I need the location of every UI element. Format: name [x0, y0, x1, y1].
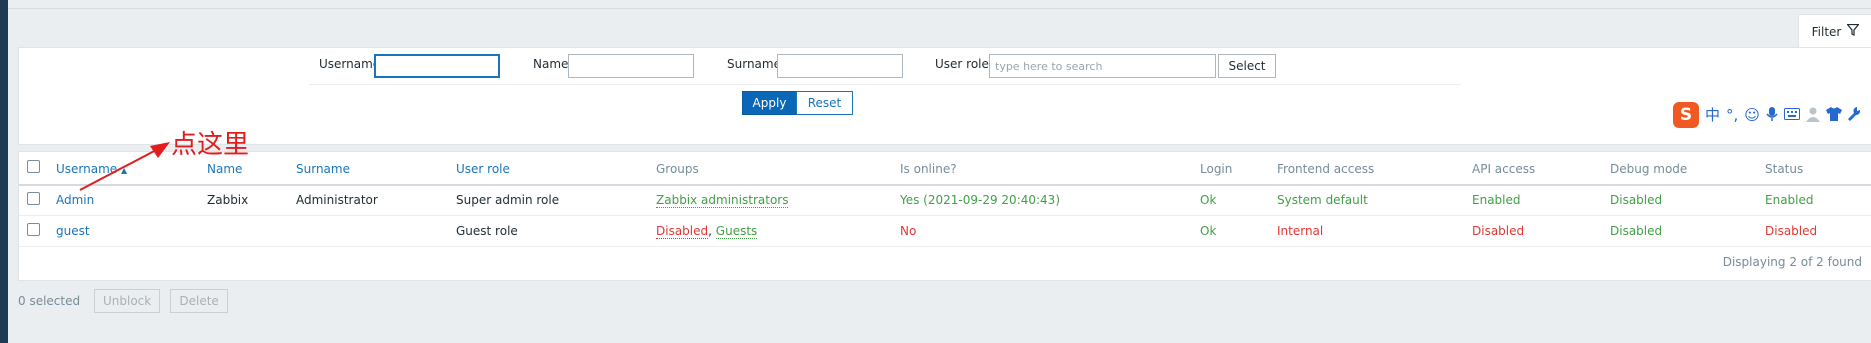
header-divider: [19, 184, 1871, 186]
groups-cell: Disabled, Guests: [656, 224, 758, 239]
header-status: Status: [1765, 162, 1804, 176]
group-link[interactable]: Disabled: [656, 224, 709, 239]
sort-asc-icon: ▲: [121, 166, 128, 175]
emoji-icon[interactable]: ☺: [1744, 107, 1760, 123]
chinese-mode-icon[interactable]: 中: [1705, 107, 1720, 123]
filter-tab-label: Filter: [1811, 24, 1842, 39]
header-username[interactable]: Username ▲: [56, 162, 127, 176]
user-role-cell: Guest role: [456, 224, 518, 238]
punctuation-icon[interactable]: °,: [1726, 107, 1738, 123]
group-separator: ,: [708, 224, 712, 238]
results-count: Displaying 2 of 2 found: [1722, 255, 1862, 269]
surname-cell: Administrator: [296, 193, 378, 207]
row-checkbox[interactable]: [27, 223, 40, 236]
header-username-label: Username: [56, 162, 118, 176]
select-roles-button[interactable]: Select: [1218, 54, 1276, 78]
delete-button[interactable]: Delete: [170, 289, 229, 313]
top-header-strip: [8, 0, 1871, 9]
user-role-cell: Super admin role: [456, 193, 560, 207]
group-link[interactable]: Guests: [715, 224, 758, 239]
user-icon[interactable]: [1805, 106, 1820, 125]
mic-icon[interactable]: [1766, 106, 1778, 125]
users-table: Username ▲ Name Surname User role Groups…: [18, 151, 1871, 281]
username-label: Username: [319, 57, 381, 71]
debug-mode-cell: Disabled: [1610, 224, 1663, 238]
header-is-online: Is online?: [900, 162, 957, 176]
name-label: Name: [533, 57, 569, 71]
left-sidebar-edge: [0, 0, 8, 343]
frontend-access-cell: Internal: [1277, 224, 1324, 238]
header-login: Login: [1200, 162, 1233, 176]
surname-label: Surname: [727, 57, 781, 71]
filter-panel: Username Name Surname User roles Select …: [18, 47, 1871, 145]
login-status: Ok: [1200, 193, 1217, 207]
filter-tab[interactable]: Filter: [1798, 14, 1871, 48]
login-status: Ok: [1200, 224, 1217, 238]
status-link[interactable]: Enabled: [1765, 193, 1814, 207]
filter-separator: [309, 84, 1461, 85]
annotation-text: 点这里: [171, 130, 250, 160]
header-debug-mode: Debug mode: [1610, 162, 1688, 176]
header-surname[interactable]: Surname: [296, 162, 350, 176]
header-user-role[interactable]: User role: [456, 162, 510, 176]
row-divider: [19, 246, 1871, 247]
ime-toolbar: S 中 °, ☺: [1673, 102, 1871, 128]
name-input[interactable]: [568, 54, 694, 78]
select-all-checkbox[interactable]: [27, 160, 40, 173]
user-roles-input[interactable]: [989, 54, 1216, 78]
surname-input[interactable]: [777, 54, 903, 78]
shirt-icon[interactable]: [1825, 106, 1842, 124]
username-link[interactable]: Admin: [56, 193, 94, 207]
api-access-cell: Disabled: [1472, 224, 1525, 238]
selected-count: 0 selected: [18, 294, 81, 308]
header-api-access: API access: [1472, 162, 1536, 176]
name-cell: Zabbix: [207, 193, 249, 207]
reset-button[interactable]: Reset: [796, 91, 853, 115]
wrench-icon[interactable]: [1847, 106, 1861, 124]
bulk-actions: 0 selected Unblock Delete: [18, 289, 238, 313]
status-link[interactable]: Disabled: [1765, 224, 1817, 238]
sogou-logo-icon[interactable]: S: [1673, 102, 1699, 128]
debug-mode-cell: Disabled: [1610, 193, 1663, 207]
username-input[interactable]: [374, 54, 500, 78]
header-frontend-access: Frontend access: [1277, 162, 1375, 176]
is-online-cell: No: [900, 224, 917, 238]
header-name[interactable]: Name: [207, 162, 242, 176]
apply-button[interactable]: Apply: [742, 91, 797, 115]
row-checkbox[interactable]: [27, 192, 40, 205]
unblock-button[interactable]: Unblock: [94, 289, 161, 313]
row-divider: [19, 215, 1871, 216]
is-online-cell: Yes (2021-09-29 20:40:43): [900, 193, 1060, 207]
keyboard-icon[interactable]: [1783, 107, 1800, 123]
group-link[interactable]: Zabbix administrators: [656, 193, 789, 208]
header-groups: Groups: [656, 162, 699, 176]
api-access-cell: Enabled: [1472, 193, 1521, 207]
frontend-access-cell: System default: [1277, 193, 1368, 207]
filter-icon: [1846, 23, 1861, 39]
username-link[interactable]: guest: [56, 224, 90, 238]
user-roles-label: User roles: [935, 57, 996, 71]
